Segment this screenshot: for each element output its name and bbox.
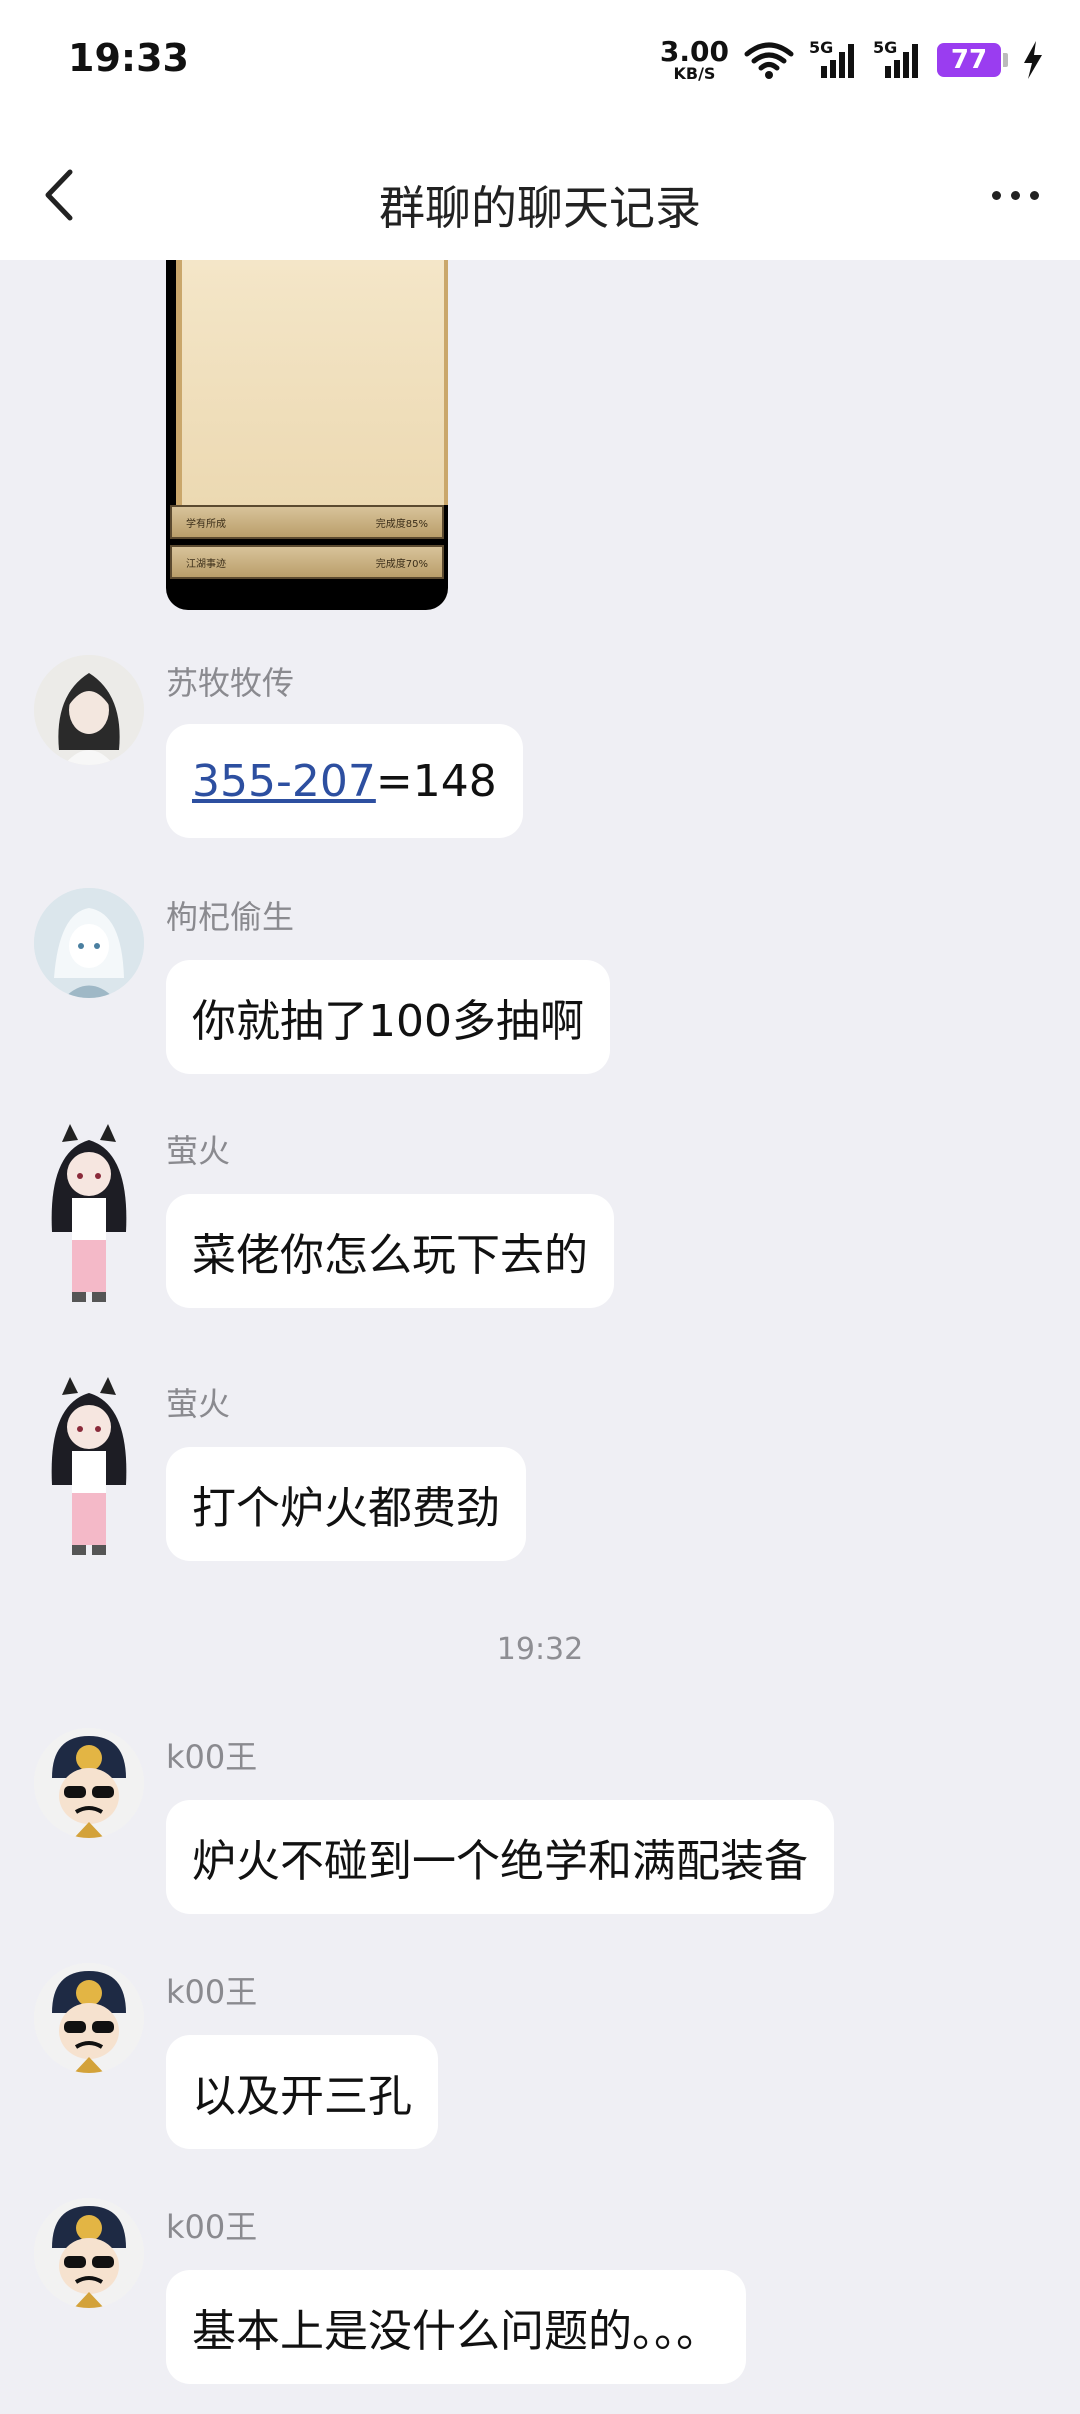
avatar-image xyxy=(34,1963,144,2073)
message-bubble[interactable]: 炉火不碰到一个绝学和满配装备 xyxy=(166,1800,834,1914)
sender-name: k00王 xyxy=(166,1973,258,2011)
avatar-image xyxy=(34,1728,144,1838)
status-time: 19:33 xyxy=(68,36,189,80)
sender-name: 萤火 xyxy=(166,1132,231,1170)
avatar[interactable] xyxy=(34,655,144,765)
page-title: 群聊的聊天记录 xyxy=(379,181,701,235)
avatar-image xyxy=(34,655,144,765)
sender-name: 枸杞偷生 xyxy=(166,898,295,936)
progress-label: 江湖事迹 xyxy=(186,558,226,570)
more-button[interactable] xyxy=(980,160,1050,230)
avatar-image xyxy=(51,1124,127,1302)
progress-bar-row: 江湖事迹 完成度70% xyxy=(170,545,444,579)
battery-level: 77 xyxy=(937,43,1001,77)
progress-value: 完成度70% xyxy=(375,558,428,570)
sender-name: k00王 xyxy=(166,2208,258,2246)
message-bubble[interactable]: 你就抽了100多抽啊 xyxy=(166,960,610,1074)
network-speed-unit: KB/S xyxy=(673,64,716,83)
progress-value: 完成度85% xyxy=(375,518,428,530)
avatar[interactable] xyxy=(34,888,144,998)
time-separator: 19:32 xyxy=(496,1632,584,1667)
message-bubble[interactable]: 以及开三孔 xyxy=(166,2035,438,2149)
wifi-icon xyxy=(744,42,794,79)
message-text: 炉火不碰到一个绝学和满配装备 xyxy=(192,1836,808,1887)
more-dots-icon xyxy=(1010,190,1020,200)
battery-tip xyxy=(1003,53,1008,67)
message-text: 打个炉火都费劲 xyxy=(192,1483,500,1534)
status-bar: 19:33 3.00 KB/S 5G 5G 77 xyxy=(0,0,1080,130)
message-text: 你就抽了100多抽啊 xyxy=(192,996,584,1047)
avatar[interactable] xyxy=(34,1375,144,1565)
message-link[interactable]: 355-207 xyxy=(192,756,376,807)
message-bubble[interactable]: 基本上是没什么问题的。。。 xyxy=(166,2270,746,2384)
cell-signal-icon: 5G xyxy=(809,38,859,80)
sender-name: 苏牧牧传 xyxy=(166,664,295,702)
chat-header: 群聊的聊天记录 xyxy=(0,130,1080,260)
scroll-paper xyxy=(176,260,448,505)
progress-label: 学有所成 xyxy=(186,518,226,530)
network-speed: 3.00 KB/S xyxy=(660,38,729,82)
message-text: =148 xyxy=(375,755,497,807)
avatar[interactable] xyxy=(34,1963,144,2073)
avatar-image xyxy=(34,888,144,998)
shared-image[interactable]: 学有所成 完成度85% 江湖事迹 完成度70% xyxy=(166,260,448,610)
lightning-icon xyxy=(1024,41,1042,79)
avatar-image xyxy=(34,2198,144,2308)
status-icons: 3.00 KB/S 5G 5G 77 xyxy=(660,38,1044,82)
progress-bar-row: 学有所成 完成度85% xyxy=(170,505,444,539)
message-text: 以及开三孔 xyxy=(192,2071,412,2122)
sender-name: 萤火 xyxy=(166,1385,231,1423)
message-bubble[interactable]: 355-207 =148 xyxy=(166,724,523,838)
avatar-image xyxy=(51,1377,127,1555)
chat-history[interactable]: 学有所成 完成度85% 江湖事迹 完成度70% 苏牧牧传 355-207 =148 xyxy=(0,260,1080,2414)
sender-name: k00王 xyxy=(166,1738,258,1776)
more-dots-icon xyxy=(991,190,1001,200)
avatar[interactable] xyxy=(34,1122,144,1312)
more-dots-icon xyxy=(1029,190,1039,200)
network-speed-value: 3.00 xyxy=(659,35,729,68)
avatar[interactable] xyxy=(34,1728,144,1838)
message-bubble[interactable]: 打个炉火都费劲 xyxy=(166,1447,526,1561)
avatar[interactable] xyxy=(34,2198,144,2308)
message-text: 菜佬你怎么玩下去的 xyxy=(192,1230,588,1281)
battery-indicator: 77 xyxy=(937,43,1008,77)
message-bubble[interactable]: 菜佬你怎么玩下去的 xyxy=(166,1194,614,1308)
message-text: 基本上是没什么问题的。。。 xyxy=(192,2306,720,2357)
cell-signal-icon: 5G xyxy=(873,38,923,80)
